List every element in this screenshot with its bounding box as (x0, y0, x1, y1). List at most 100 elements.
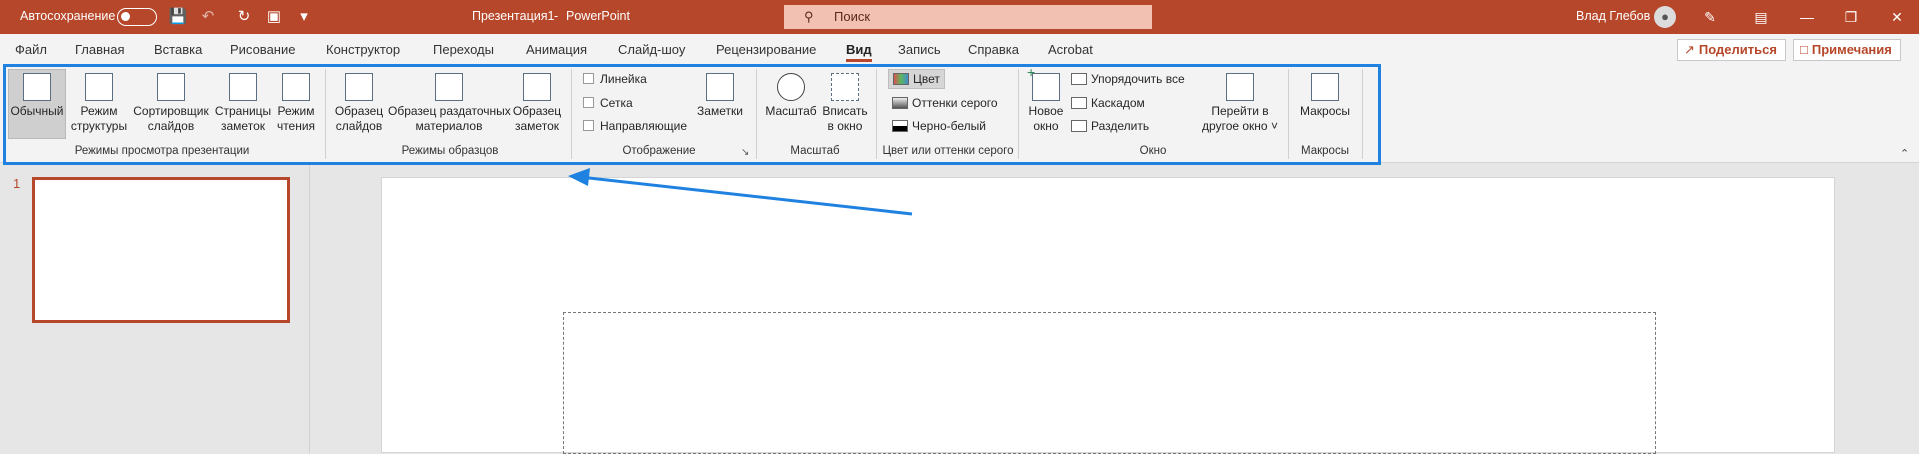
reading-view-button[interactable]: Режим чтения (274, 69, 318, 134)
tab-acrobat[interactable]: Acrobat (1048, 42, 1093, 57)
slide-canvas[interactable] (381, 177, 1835, 454)
slide-thumbnail[interactable] (32, 177, 290, 323)
slide-master-label-1: Образец (334, 104, 384, 118)
reading-view-icon (282, 73, 310, 101)
save-icon[interactable]: 💾 (168, 7, 188, 27)
comments-label: Примечания (1811, 42, 1892, 57)
comment-icon: □ (1800, 42, 1808, 57)
app-name: PowerPoint (566, 9, 630, 23)
slide-master-label-2: слайдов (335, 119, 383, 133)
tab-animations[interactable]: Анимация (526, 42, 587, 57)
search-icon: ⚲ (804, 9, 814, 24)
cascade-button[interactable]: Каскадом (1071, 96, 1145, 110)
collapse-ribbon-icon[interactable]: ⌃ (1900, 147, 1909, 160)
black-white-button[interactable]: Черно-белый (892, 119, 986, 133)
switch-windows-label-2: другое окно ˅ (1202, 119, 1278, 133)
fit-to-window-button[interactable]: Вписать в окно (820, 69, 870, 134)
notes-label: Заметки (697, 104, 743, 118)
tab-help[interactable]: Справка (968, 42, 1019, 57)
divider (756, 69, 757, 159)
switch-windows-button[interactable]: Перейти в другое окно ˅ (1195, 69, 1285, 134)
notes-button[interactable]: Заметки (694, 69, 746, 119)
slide-master-icon (345, 73, 373, 101)
guides-label: Направляющие (600, 119, 688, 133)
guides-checkbox[interactable]: Направляющие (583, 119, 687, 133)
notes-page-icon (229, 73, 257, 101)
checkbox-box (583, 97, 594, 108)
new-window-button[interactable]: + Новое окно (1025, 65, 1067, 134)
grid-checkbox[interactable]: Сетка (583, 96, 633, 110)
split-button[interactable]: Разделить (1071, 119, 1149, 133)
arrange-all-icon (1071, 73, 1087, 85)
tab-draw[interactable]: Рисование (230, 42, 295, 57)
close-icon[interactable]: ✕ (1882, 5, 1912, 29)
search-box[interactable]: ⚲ Поиск (784, 5, 1152, 29)
autosave-label: Автосохранение (20, 9, 116, 23)
color-icon (893, 73, 909, 85)
notes-master-icon (523, 73, 551, 101)
ruler-label: Линейка (600, 72, 647, 86)
document-title: Презентация1 (472, 9, 555, 23)
ribbon: Обычный Режим структуры Сортировщик слай… (0, 63, 1919, 163)
tab-home[interactable]: Главная (75, 42, 124, 57)
tab-design[interactable]: Конструктор (326, 42, 400, 57)
minimize-icon[interactable]: — (1792, 5, 1822, 29)
share-button[interactable]: ↗ Поделиться (1677, 39, 1786, 61)
notes-page-label-2: заметок (221, 119, 265, 133)
avatar[interactable]: ● (1654, 6, 1676, 28)
slide-sorter-label-2: слайдов (147, 119, 195, 133)
slide-sorter-button[interactable]: Сортировщик слайдов (131, 69, 211, 134)
undo-icon[interactable]: ↶ (198, 7, 218, 27)
search-placeholder: Поиск (834, 9, 871, 24)
new-window-icon: + (1027, 65, 1060, 101)
normal-view-icon (23, 73, 51, 101)
dialog-launcher-icon[interactable]: ↘ (741, 147, 749, 158)
color-button[interactable]: Цвет (888, 69, 945, 89)
comments-button[interactable]: □ Примечания (1793, 39, 1901, 61)
pen-icon[interactable]: ✎ (1695, 5, 1725, 29)
content-placeholder[interactable] (563, 312, 1656, 454)
tab-file[interactable]: Файл (15, 42, 47, 57)
outline-view-button[interactable]: Режим структуры (70, 69, 128, 134)
restore-icon[interactable]: ❐ (1836, 5, 1866, 29)
redo-icon[interactable]: ↻ (234, 7, 254, 27)
new-window-label-2: окно (1033, 119, 1059, 133)
outline-view-icon (85, 73, 113, 101)
divider (571, 69, 572, 159)
tab-review[interactable]: Рецензирование (716, 42, 816, 57)
divider (1362, 69, 1363, 159)
grayscale-button[interactable]: Оттенки серого (892, 96, 998, 110)
zoom-button[interactable]: Масштаб (762, 69, 820, 119)
title-bar: Автосохранение 💾 ↶ ↻ ▣ ▾ Презентация1 - … (0, 0, 1919, 34)
tab-record[interactable]: Запись (898, 42, 941, 57)
arrange-all-button[interactable]: Упорядочить все (1071, 72, 1185, 86)
cascade-icon (1071, 97, 1087, 109)
autosave-toggle[interactable] (117, 8, 157, 26)
notes-page-button[interactable]: Страницы заметок (214, 69, 272, 134)
outline-view-label-2: структуры (70, 119, 128, 133)
handout-master-button[interactable]: Образец раздаточных материалов (388, 69, 511, 134)
normal-view-button[interactable]: Обычный (8, 69, 66, 139)
tab-view[interactable]: Вид (846, 42, 872, 62)
notes-master-label-2: заметок (515, 119, 559, 133)
title-separator: - (554, 9, 559, 23)
fit-window-icon (831, 73, 859, 101)
user-name[interactable]: Влад Глебов (1576, 9, 1650, 23)
cascade-label: Каскадом (1091, 96, 1145, 110)
notes-master-button[interactable]: Образец заметок (512, 69, 562, 134)
ruler-checkbox[interactable]: Линейка (583, 72, 647, 86)
new-window-label-1: Новое (1028, 104, 1064, 118)
arrange-all-label: Упорядочить все (1091, 72, 1185, 86)
customize-qat-icon[interactable]: ▾ (294, 7, 314, 27)
share-icon: ↗ (1684, 42, 1695, 57)
normal-view-label: Обычный (10, 104, 64, 118)
views-group-label: Режимы просмотра презентации (74, 145, 250, 157)
presentation-icon[interactable]: ▣ (264, 7, 284, 27)
slide-master-button[interactable]: Образец слайдов (333, 69, 385, 134)
macros-button[interactable]: Макросы (1295, 69, 1355, 119)
divider (1018, 69, 1019, 159)
tab-transitions[interactable]: Переходы (433, 42, 494, 57)
ribbon-display-icon[interactable]: ▤ (1746, 5, 1776, 29)
tab-slideshow[interactable]: Слайд-шоу (618, 42, 685, 57)
tab-insert[interactable]: Вставка (154, 42, 202, 57)
